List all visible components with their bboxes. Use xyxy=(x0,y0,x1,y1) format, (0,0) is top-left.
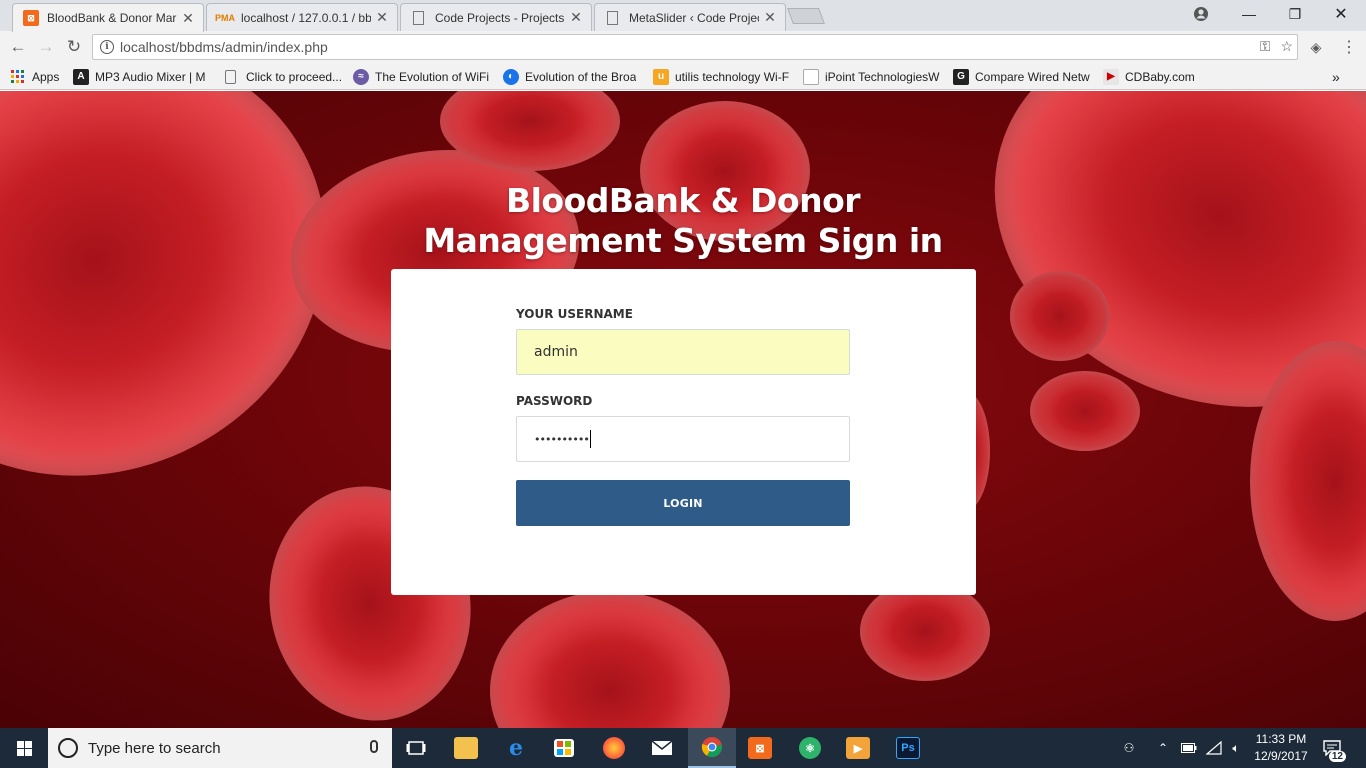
mail-icon[interactable] xyxy=(638,728,686,768)
bookmark-click-to-proceed[interactable]: Click to proceed... xyxy=(225,68,347,85)
blood-cell-image xyxy=(1030,371,1140,451)
chrome-icon[interactable] xyxy=(688,728,736,768)
tab-bloodbank[interactable]: ⊠ BloodBank & Donor Mar ✕ xyxy=(12,3,204,32)
star-icon[interactable]: ☆ xyxy=(1280,38,1293,55)
login-card: YOUR USERNAME admin PASSWORD •••••••••• … xyxy=(391,269,976,595)
blood-cell-image xyxy=(1010,271,1110,361)
reload-icon[interactable]: ↻ xyxy=(63,36,85,58)
menu-kebab-icon[interactable]: ⋮ xyxy=(1338,36,1360,58)
windows-start-icon[interactable] xyxy=(0,728,48,768)
globe-icon: ◐ xyxy=(503,68,519,85)
forward-arrow-icon[interactable]: → xyxy=(35,36,57,58)
media-player-icon[interactable]: ▶ xyxy=(834,728,882,768)
clock-time: 11:33 PM xyxy=(1255,732,1307,746)
tab-strip: ⊠ BloodBank & Donor Mar ✕ PMA localhost … xyxy=(0,0,1366,32)
system-clock[interactable]: 11:33 PM 12/9/2017 xyxy=(1248,731,1314,765)
notification-badge: 12 xyxy=(1328,751,1346,762)
store-icon[interactable] xyxy=(540,728,588,768)
bookmarks-bar: Apps A MP3 Audio Mixer | M Click to proc… xyxy=(0,63,1366,90)
extension-icon[interactable]: ◈ xyxy=(1305,36,1327,58)
microphone-icon[interactable] xyxy=(370,740,378,753)
tab-phpmyadmin[interactable]: PMA localhost / 127.0.0.1 / bb ✕ xyxy=(206,3,398,31)
key-icon[interactable]: ⚿ xyxy=(1260,38,1271,55)
people-icon[interactable]: ⚇ xyxy=(1116,728,1142,768)
page-icon xyxy=(413,10,424,25)
cdbaby-icon: ▶ xyxy=(1103,68,1119,85)
close-icon[interactable]: ✕ xyxy=(375,9,389,26)
taskbar-search[interactable]: Type here to search xyxy=(48,728,392,768)
tab-title: Code Projects - Projects, xyxy=(435,10,565,25)
atom-icon[interactable]: ⚛ xyxy=(786,728,834,768)
tab-title: MetaSlider ‹ Code Projec xyxy=(629,10,759,25)
page-icon xyxy=(225,69,236,84)
phpmyadmin-icon: PMA xyxy=(215,12,235,23)
action-center-icon[interactable]: 12 xyxy=(1318,736,1346,762)
blood-cell-image xyxy=(490,591,730,728)
bookmark-mp3-mixer[interactable]: A MP3 Audio Mixer | M xyxy=(73,68,213,85)
minimize-button[interactable]: — xyxy=(1226,0,1272,28)
username-input[interactable]: admin xyxy=(516,329,850,375)
chevron-right-icon[interactable]: » xyxy=(1332,68,1340,85)
password-input[interactable]: •••••••••• xyxy=(516,416,850,462)
back-arrow-icon[interactable]: ← xyxy=(7,36,29,58)
restore-button[interactable]: ❐ xyxy=(1272,0,1318,28)
info-icon[interactable]: i xyxy=(100,40,114,54)
taskbar: Type here to search e ⊠ ⚛ ▶ Ps ⚇ ⌃ 🔈︎ 11… xyxy=(0,728,1366,768)
password-label: PASSWORD xyxy=(516,394,593,408)
bookmark-evolution-broadband[interactable]: ◐ Evolution of the Broa xyxy=(503,68,639,85)
url-text: localhost/bbdms/admin/index.php xyxy=(120,39,328,55)
browser-toolbar: ← → ↻ i localhost/bbdms/admin/index.php … xyxy=(0,31,1366,63)
battery-icon[interactable] xyxy=(1176,728,1202,768)
speaker-icon[interactable]: 🔈︎ xyxy=(1224,728,1248,768)
photoshop-icon[interactable]: Ps xyxy=(884,728,932,768)
g-icon: G xyxy=(953,68,969,85)
task-view-icon[interactable] xyxy=(392,728,440,768)
blood-cell-image xyxy=(860,581,990,681)
tab-title: localhost / 127.0.0.1 / bb xyxy=(241,10,371,25)
edge-icon[interactable]: e xyxy=(492,728,540,768)
close-icon[interactable]: ✕ xyxy=(181,10,195,27)
username-label: YOUR USERNAME xyxy=(516,307,633,321)
apps-grid-icon xyxy=(10,69,26,85)
wifi-icon[interactable] xyxy=(1202,728,1226,768)
address-bar[interactable]: i localhost/bbdms/admin/index.php ⚿ ☆ xyxy=(92,34,1298,60)
bookmark-utilis[interactable]: u utilis technology Wi-F xyxy=(653,68,791,85)
bookmark-apps[interactable]: Apps xyxy=(10,68,70,85)
page-title: BloodBank & Donor Management System Sign… xyxy=(423,181,943,260)
clock-date: 12/9/2017 xyxy=(1254,749,1308,763)
tab-code-projects[interactable]: Code Projects - Projects, ✕ xyxy=(400,3,592,31)
bookmark-cdbaby[interactable]: ▶ CDBaby.com xyxy=(1103,68,1203,85)
u-icon: u xyxy=(653,68,669,85)
profile-icon[interactable] xyxy=(1178,0,1224,28)
bookmark-evolution-wifi[interactable]: ≈ The Evolution of WiFi xyxy=(353,68,491,85)
tab-title: BloodBank & Donor Mar xyxy=(47,11,177,25)
xampp-icon: ⊠ xyxy=(23,10,39,26)
mixer-icon: A xyxy=(73,68,89,85)
cortana-icon xyxy=(58,738,78,758)
login-page: BloodBank & Donor Management System Sign… xyxy=(0,91,1366,728)
chevron-up-icon[interactable]: ⌃ xyxy=(1152,728,1174,768)
close-icon[interactable]: ✕ xyxy=(569,9,583,26)
wifi-icon: ≈ xyxy=(353,68,369,85)
xampp-icon[interactable]: ⊠ xyxy=(736,728,784,768)
new-tab-button[interactable] xyxy=(787,8,825,24)
login-button[interactable]: LOGIN xyxy=(516,480,850,526)
page-icon xyxy=(803,68,819,85)
bookmark-ipoint[interactable]: iPoint TechnologiesW xyxy=(803,68,941,85)
text-caret xyxy=(589,430,591,448)
close-window-button[interactable]: ✕ xyxy=(1318,0,1364,28)
tab-metaslider[interactable]: MetaSlider ‹ Code Projec ✕ xyxy=(594,3,786,31)
file-explorer-icon[interactable] xyxy=(442,728,490,768)
bookmark-compare-wired[interactable]: G Compare Wired Netw xyxy=(953,68,1091,85)
page-icon xyxy=(607,10,618,25)
firefox-icon[interactable] xyxy=(590,728,638,768)
close-icon[interactable]: ✕ xyxy=(763,9,777,26)
